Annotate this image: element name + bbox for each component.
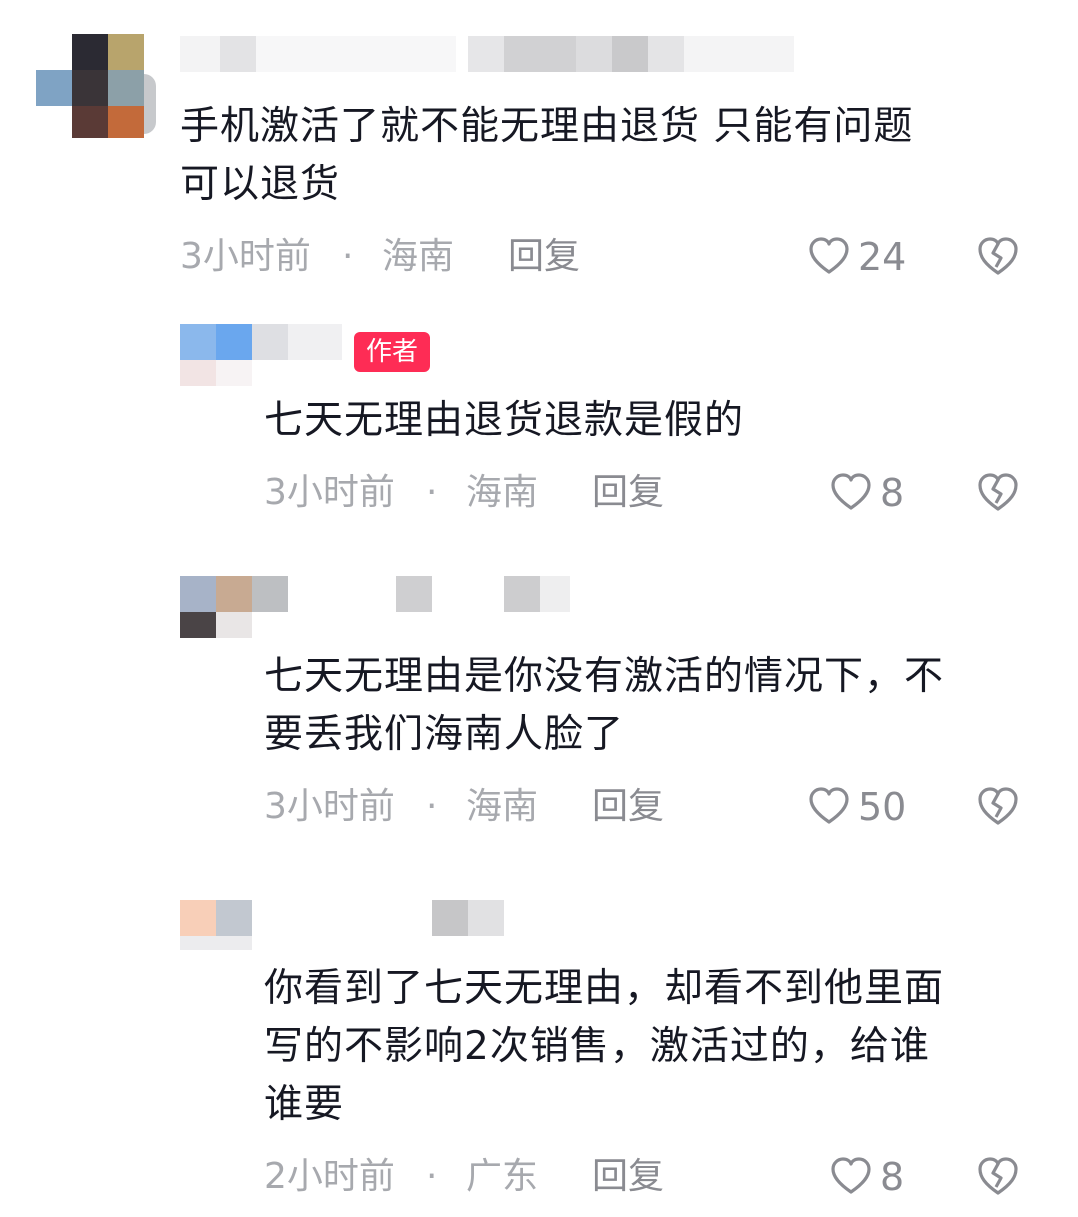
location: 广东 [466,1156,539,1197]
avatar[interactable] [36,34,156,138]
author-badge: 作者 [354,332,431,372]
heart-outline-icon [831,1157,871,1194]
comment-item: 作者 七天无理由退货退款是假的 3小时前 · 海南 回复 8 [0,300,1078,550]
dislike-button[interactable] [976,784,1020,828]
comment-text: 手机激活了就不能无理由退货 只能有问题 可以退货 [180,104,914,207]
dislike-button[interactable] [976,234,1020,278]
separator-dot: · [342,236,354,277]
broken-heart-icon [978,787,1018,825]
comment-meta: 3小时前 · 海南 回复 [264,782,704,832]
timestamp: 3小时前 [264,472,395,513]
reply-button[interactable]: 回复 [592,1152,664,1202]
reply-button[interactable]: 回复 [508,232,580,282]
timestamp: 2小时前 [264,1156,395,1197]
separator-dot: · [426,472,438,513]
like-button[interactable]: 50 [808,782,928,832]
like-button[interactable]: 24 [808,232,928,282]
username-blurred[interactable] [432,900,504,940]
like-count: 8 [880,1155,905,1199]
broken-heart-icon [978,1157,1018,1195]
like-count: 50 [858,785,907,829]
reply-button[interactable]: 回复 [592,782,664,832]
like-button[interactable]: 8 [830,1152,930,1202]
separator-dot: · [426,786,438,827]
comment-text: 你看到了七天无理由，却看不到他里面 写的不影响2次销售，激活过的，给谁 谁要 [264,966,945,1127]
dislike-button[interactable] [976,470,1020,514]
timestamp: 3小时前 [264,786,395,827]
heart-outline-icon [831,473,871,510]
heart-outline-icon [809,787,849,824]
separator-dot: · [426,1156,438,1197]
like-button[interactable]: 8 [830,468,930,518]
broken-heart-icon [978,473,1018,511]
comment-text: 七天无理由是你没有激活的情况下，不 要丢我们海南人脸了 [264,654,945,757]
username-blurred[interactable] [396,576,576,616]
username-blurred[interactable] [252,324,342,364]
heart-outline-icon [809,237,849,274]
broken-heart-icon [978,237,1018,275]
dislike-button[interactable] [976,1154,1020,1198]
timestamp: 3小时前 [180,236,311,277]
like-count: 8 [880,471,905,515]
comment-meta: 2小时前 · 广东 回复 [264,1152,704,1202]
location: 海南 [466,472,539,513]
avatar[interactable] [180,900,252,950]
location: 海南 [466,786,539,827]
comment-text: 七天无理由退货退款是假的 [264,398,745,443]
username-blurred[interactable] [180,36,800,76]
comment-item: 你看到了七天无理由，却看不到他里面 写的不影响2次销售，激活过的，给谁 谁要 2… [0,870,1078,1217]
comment-meta: 3小时前 · 海南 回复 [180,232,700,282]
comment-meta: 3小时前 · 海南 回复 [264,468,704,518]
like-count: 24 [858,235,907,279]
location: 海南 [382,236,455,277]
comment-item: 七天无理由是你没有激活的情况下，不 要丢我们海南人脸了 3小时前 · 海南 回复… [0,550,1078,870]
avatar[interactable] [180,576,288,638]
avatar[interactable] [180,324,252,386]
comment-item: 手机激活了就不能无理由退货 只能有问题 可以退货 3小时前 · 海南 回复 24 [0,0,1078,300]
reply-button[interactable]: 回复 [592,468,664,518]
